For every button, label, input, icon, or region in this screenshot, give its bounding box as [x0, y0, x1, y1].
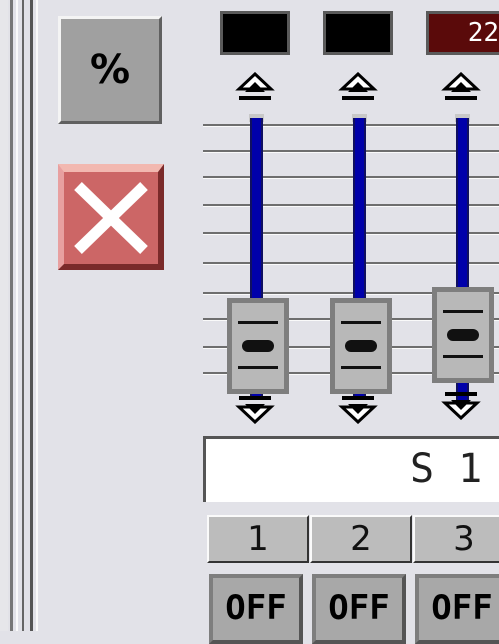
channel-2-up-arrow-icon[interactable] [338, 72, 378, 102]
mixer-panel: { "side_buttons": { "percent": { "label"… [0, 0, 499, 644]
percent-button[interactable]: % [58, 16, 162, 124]
channel-1-up-arrow-icon[interactable] [235, 72, 275, 102]
channel-3-down-arrow-icon[interactable] [441, 390, 481, 420]
channel-1-number-button[interactable]: 1 [207, 515, 309, 563]
channel-3-number-button[interactable]: 3 [413, 515, 499, 563]
channel-1-off-button[interactable]: OFF [209, 574, 303, 644]
fader-scale-tick-highlight [203, 126, 499, 127]
fader-scale-tick-highlight [203, 264, 499, 265]
fader-scale-tick-highlight [203, 178, 499, 179]
percent-icon: % [89, 47, 131, 93]
channel-3-fader-knob[interactable] [432, 287, 494, 383]
channel-label-field[interactable]: S 1 [203, 436, 499, 502]
channel-2-off-button[interactable]: OFF [312, 574, 406, 644]
channel-1-down-arrow-icon[interactable] [235, 394, 275, 424]
channel-3-up-arrow-icon[interactable] [441, 72, 481, 102]
panel-edge-line [22, 0, 24, 631]
panel-edge-line [30, 0, 33, 631]
channel-1-display [220, 11, 290, 55]
close-x-icon [74, 182, 148, 254]
channel-2-display [323, 11, 393, 55]
panel-edge-line [10, 0, 13, 631]
panel-edge-line [0, 0, 8, 631]
channel-3-off-button[interactable]: OFF [415, 574, 499, 644]
fader-scale-tick-highlight [203, 152, 499, 153]
channel-1-fader-knob[interactable] [227, 298, 289, 394]
panel-edge-line [36, 0, 38, 631]
channel-2-down-arrow-icon[interactable] [338, 394, 378, 424]
channel-3-display: 22 [426, 11, 499, 55]
close-button[interactable] [58, 164, 164, 270]
panel-edge-line [16, 0, 18, 631]
channel-2-fader-knob[interactable] [330, 298, 392, 394]
channel-2-number-button[interactable]: 2 [310, 515, 412, 563]
fader-scale-tick-highlight [203, 234, 499, 235]
fader-scale-tick-highlight [203, 206, 499, 207]
